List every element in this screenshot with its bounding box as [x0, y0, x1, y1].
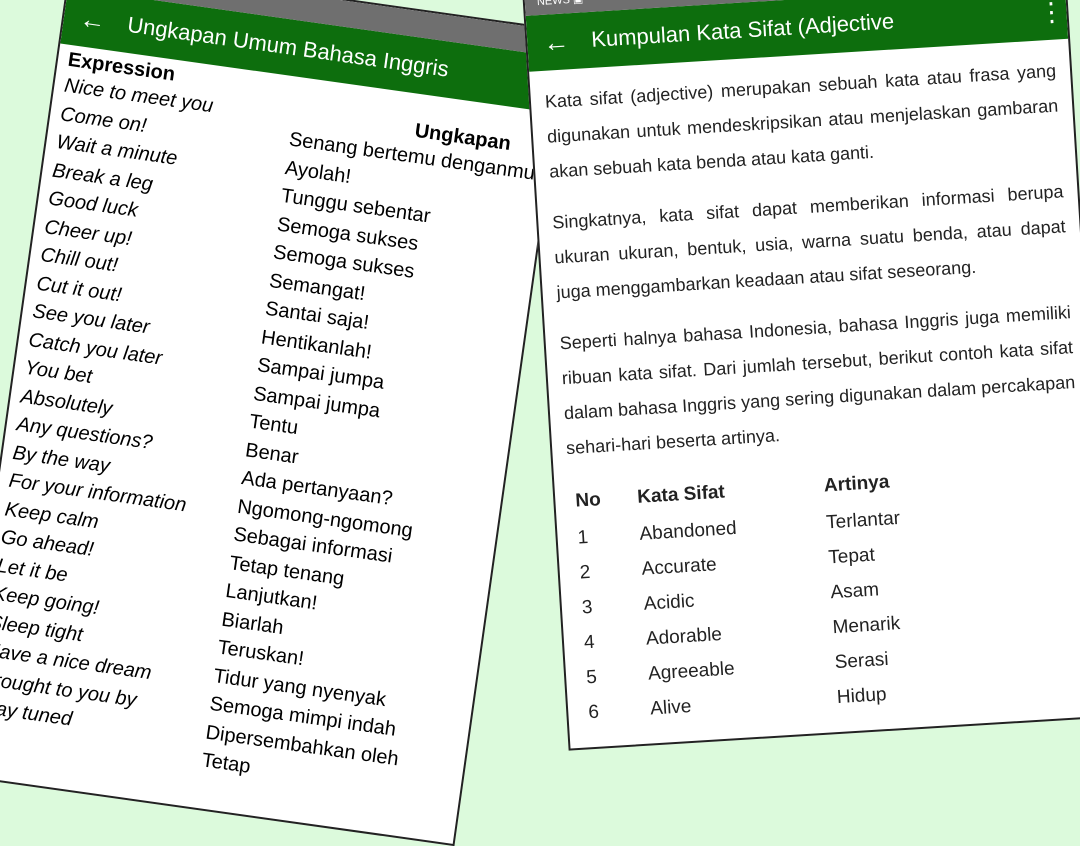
meaning: Tepat [827, 544, 876, 569]
back-arrow-icon[interactable]: ← [78, 3, 112, 38]
col-header-no: No [574, 489, 602, 512]
meaning: Hidup [836, 684, 888, 709]
more-options-icon[interactable]: ⋮ [1036, 0, 1068, 28]
meaning: Terlantar [825, 507, 901, 534]
col-header-artinya: Artinya [823, 471, 890, 497]
left-phone-screen: ← Ungkapan Umum Bahasa Inggris Expressio… [0, 0, 570, 846]
row-number: 5 [585, 666, 598, 689]
paragraph: Kata sifat (adjective) merupakan sebuah … [544, 60, 1059, 182]
right-phone-screen: NEWS ▣ ← Kumpulan Kata Sifat (Adjective … [522, 0, 1080, 751]
row-number: 3 [581, 596, 594, 619]
meaning: Serasi [834, 648, 890, 674]
status-icons: NEWS ▣ [536, 0, 584, 9]
paragraph: Seperti halnya bahasa Indonesia, bahasa … [559, 302, 1076, 459]
row-number: 2 [579, 561, 592, 584]
adjective-table: No Kata Sifat Artinya 1 Abandoned Terlanta… [568, 462, 917, 731]
row-number: 6 [587, 701, 600, 724]
back-arrow-icon[interactable]: ← [542, 25, 574, 58]
meaning: Menarik [831, 613, 901, 639]
row-number: 1 [577, 527, 589, 549]
row-number: 4 [583, 631, 596, 654]
paragraph: Singkatnya, kata sifat dapat memberikan … [551, 181, 1067, 303]
meaning: Asam [829, 579, 880, 604]
article-content: Kata sifat (adjective) merupakan sebuah … [529, 39, 1080, 746]
